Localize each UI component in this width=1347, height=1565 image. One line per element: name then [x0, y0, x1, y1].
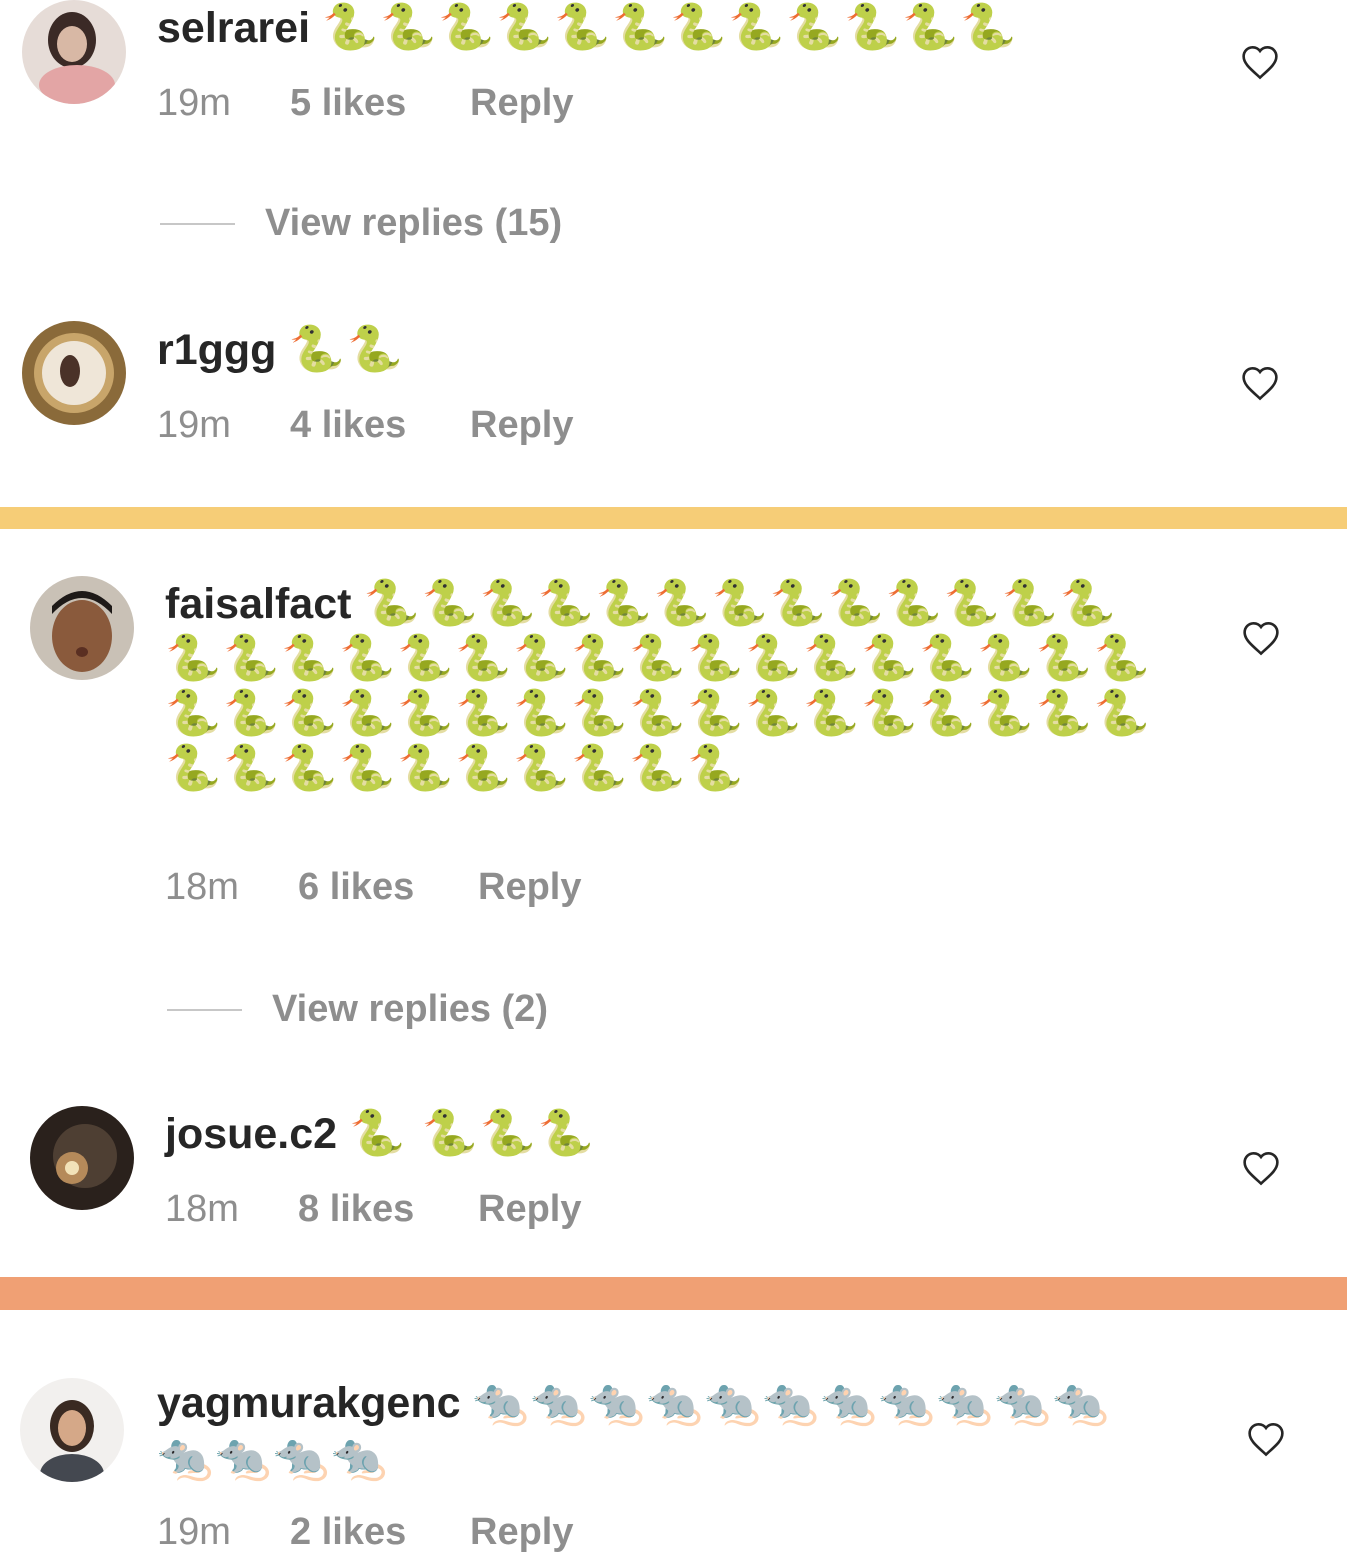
comment: josue.c2 🐍 🐍🐍🐍 18m 8 likes Reply	[0, 1106, 1347, 1256]
comment-text: 🐍🐍🐍🐍🐍🐍🐍🐍🐍🐍🐍🐍	[322, 1, 1019, 52]
section-divider	[0, 1277, 1347, 1310]
view-replies-label: View replies (15)	[265, 202, 563, 244]
comment: yagmurakgenc 🐀🐀🐀🐀🐀🐀🐀🐀🐀🐀🐀🐀🐀🐀🐀 19m 2 likes …	[0, 1375, 1347, 1565]
reply-button[interactable]: Reply	[470, 82, 573, 125]
heart-icon[interactable]	[1240, 365, 1280, 401]
likes-count[interactable]: 4 likes	[290, 404, 470, 447]
comment: faisalfact 🐍🐍🐍🐍🐍🐍🐍🐍🐍🐍🐍🐍🐍🐍🐍🐍🐍🐍🐍🐍🐍🐍🐍🐍🐍🐍🐍🐍🐍🐍…	[0, 576, 1347, 1056]
replies-divider-line	[167, 1008, 242, 1011]
view-replies-button[interactable]: View replies (15)	[160, 202, 562, 245]
avatar-image	[22, 0, 126, 104]
username[interactable]: selrarei	[157, 4, 310, 52]
likes-count[interactable]: 6 likes	[298, 866, 478, 909]
avatar-image	[22, 321, 126, 425]
comment-text: 🐍 🐍🐍🐍	[349, 1107, 596, 1158]
reply-button[interactable]: Reply	[470, 1511, 573, 1554]
avatar-image	[20, 1378, 124, 1482]
comment: selrarei 🐍🐍🐍🐍🐍🐍🐍🐍🐍🐍🐍🐍 19m 5 likes Reply V…	[0, 0, 1347, 300]
replies-divider-line	[160, 222, 235, 225]
timestamp: 19m	[157, 404, 231, 446]
timestamp: 19m	[157, 1511, 231, 1553]
heart-icon[interactable]	[1241, 1150, 1281, 1186]
heart-icon[interactable]	[1240, 44, 1280, 80]
username[interactable]: r1ggg	[157, 326, 276, 374]
avatar[interactable]	[22, 0, 126, 104]
likes-count[interactable]: 8 likes	[298, 1188, 478, 1231]
avatar[interactable]	[22, 321, 126, 425]
likes-count[interactable]: 5 likes	[290, 82, 470, 125]
reply-button[interactable]: Reply	[478, 866, 581, 909]
heart-icon[interactable]	[1246, 1421, 1286, 1457]
avatar[interactable]	[20, 1378, 124, 1482]
avatar-image	[30, 576, 134, 680]
avatar[interactable]	[30, 1106, 134, 1210]
avatar-image	[30, 1106, 134, 1210]
view-replies-button[interactable]: View replies (2)	[167, 988, 548, 1031]
avatar[interactable]	[30, 576, 134, 680]
reply-button[interactable]: Reply	[470, 404, 573, 447]
likes-count[interactable]: 2 likes	[290, 1511, 470, 1554]
timestamp: 18m	[165, 866, 239, 908]
username[interactable]: josue.c2	[165, 1110, 337, 1158]
view-replies-label: View replies (2)	[272, 988, 548, 1030]
comment-text: 🐍🐍	[288, 323, 405, 374]
comment: r1ggg 🐍🐍 19m 4 likes Reply	[0, 320, 1347, 500]
timestamp: 19m	[157, 82, 231, 124]
heart-icon[interactable]	[1241, 620, 1281, 656]
username[interactable]: yagmurakgenc	[157, 1379, 461, 1427]
section-divider	[0, 507, 1347, 529]
username[interactable]: faisalfact	[165, 580, 351, 628]
timestamp: 18m	[165, 1188, 239, 1230]
reply-button[interactable]: Reply	[478, 1188, 581, 1231]
